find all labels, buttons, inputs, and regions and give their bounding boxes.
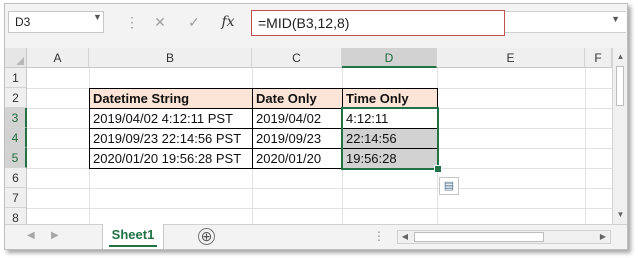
row-label: 1: [12, 71, 19, 85]
column-header-a[interactable]: A: [27, 48, 89, 68]
cell-b4[interactable]: 2019/09/23 22:14:56 PST: [90, 129, 252, 149]
row-label: 6: [12, 171, 19, 185]
column-header-c[interactable]: C: [252, 48, 342, 68]
row-label: 5: [11, 151, 19, 165]
previous-sheet-icon[interactable]: ◀: [27, 230, 35, 241]
scroll-left-icon[interactable]: ◀: [399, 231, 411, 243]
column-label: E: [506, 51, 515, 65]
name-box-dropdown-icon[interactable]: ▼: [93, 12, 102, 22]
cell-d4[interactable]: 22:14:56: [343, 129, 437, 149]
enter-icon[interactable]: ✓: [183, 11, 205, 33]
cancel-icon[interactable]: ✕: [149, 11, 171, 33]
formula-bar-expand: ▼: [505, 11, 626, 33]
tab-label: Sheet1: [111, 227, 155, 242]
column-label: A: [53, 51, 62, 65]
table-border: [89, 88, 90, 169]
cell-d3[interactable]: 4:12:11: [343, 109, 437, 129]
name-box-value: D3: [15, 15, 31, 29]
column-header-d[interactable]: D: [342, 48, 437, 68]
row-label: 2: [12, 91, 19, 105]
vertical-scroll-thumb[interactable]: [616, 66, 624, 106]
column-label: D: [384, 51, 394, 65]
column-label: B: [165, 51, 174, 65]
scroll-up-icon[interactable]: ▲: [615, 51, 626, 63]
excel-window: D3 ▼ ⋮ ✕ ✓ fx =MID(B3,12,8) ▼ A B C D E …: [4, 3, 628, 250]
row-header-7[interactable]: 7: [5, 188, 27, 208]
table-border: [89, 108, 437, 109]
cell-c4[interactable]: 2019/09/23: [253, 129, 342, 149]
select-all-button[interactable]: [5, 48, 27, 68]
vertical-scrollbar[interactable]: ▲ ▼: [612, 48, 627, 224]
formula-bar-grip-icon: ⋮: [125, 14, 139, 30]
formula-bar: D3 ▼ ⋮ ✕ ✓ fx =MID(B3,12,8) ▼: [5, 4, 627, 42]
row-header-5[interactable]: 5: [5, 148, 27, 168]
column-label: F: [594, 51, 602, 65]
add-sheet-icon[interactable]: ⊕: [198, 228, 215, 245]
row-header-1[interactable]: 1: [5, 68, 27, 88]
table-border: [89, 128, 437, 129]
cell-b5[interactable]: 2020/01/20 19:56:28 PST: [90, 149, 252, 169]
table-border: [437, 88, 438, 169]
formula-text: =MID(B3,12,8): [258, 15, 350, 31]
formula-input[interactable]: =MID(B3,12,8): [251, 10, 505, 36]
cell-d2[interactable]: Time Only: [343, 89, 437, 109]
row-label: 7: [12, 191, 19, 205]
fill-handle[interactable]: [434, 165, 442, 173]
gridline: [585, 68, 586, 224]
cell-b3[interactable]: 2019/04/02 4:12:11 PST: [90, 109, 252, 129]
column-header-f[interactable]: F: [585, 48, 612, 68]
row-label: 8: [12, 211, 19, 225]
cell-b2[interactable]: Datetime String: [90, 89, 252, 109]
horizontal-scroll-thumb[interactable]: [414, 232, 544, 242]
row-header-3[interactable]: 3: [5, 108, 27, 128]
table-border: [252, 88, 253, 169]
row-label: 4: [11, 131, 19, 145]
table-border: [89, 88, 437, 89]
column-header-e[interactable]: E: [437, 48, 585, 68]
table-border: [89, 168, 438, 169]
cell-c3[interactable]: 2019/04/02: [253, 109, 342, 129]
table-border: [342, 88, 343, 169]
row-label: 3: [11, 111, 19, 125]
tab-split-grip-icon[interactable]: ⋮: [373, 229, 385, 243]
cell-c2[interactable]: Date Only: [253, 89, 342, 109]
scroll-down-icon[interactable]: ▼: [615, 209, 626, 221]
quick-analysis-icon[interactable]: ▤: [439, 177, 459, 195]
row-header-6[interactable]: 6: [5, 168, 27, 188]
insert-function-icon[interactable]: fx: [217, 11, 239, 33]
sheet-tab-bar: ◀ ▶ Sheet1 ⊕ ⋮ ◀ ▶: [5, 224, 627, 249]
horizontal-scrollbar[interactable]: ◀ ▶: [397, 230, 611, 244]
tab-sheet1[interactable]: Sheet1: [102, 224, 164, 249]
expand-formula-bar-icon[interactable]: ▼: [611, 14, 620, 24]
cell-d5[interactable]: 19:56:28: [343, 149, 437, 169]
next-sheet-icon[interactable]: ▶: [51, 230, 59, 241]
name-box[interactable]: D3: [8, 11, 104, 33]
row-header-4[interactable]: 4: [5, 128, 27, 148]
cell-c5[interactable]: 2020/01/20: [253, 149, 342, 169]
worksheet-grid[interactable]: A B C D E F 1 2 3 4 5 6 7 8 Datetime Str…: [5, 48, 612, 228]
scroll-right-icon[interactable]: ▶: [597, 231, 609, 243]
row-header-2[interactable]: 2: [5, 88, 27, 108]
table-border: [89, 148, 437, 149]
column-header-b[interactable]: B: [89, 48, 252, 68]
column-label: C: [292, 51, 301, 65]
gridline: [27, 188, 612, 189]
formula-buttons: ✕ ✓ fx: [143, 11, 249, 33]
gridline: [27, 208, 612, 209]
